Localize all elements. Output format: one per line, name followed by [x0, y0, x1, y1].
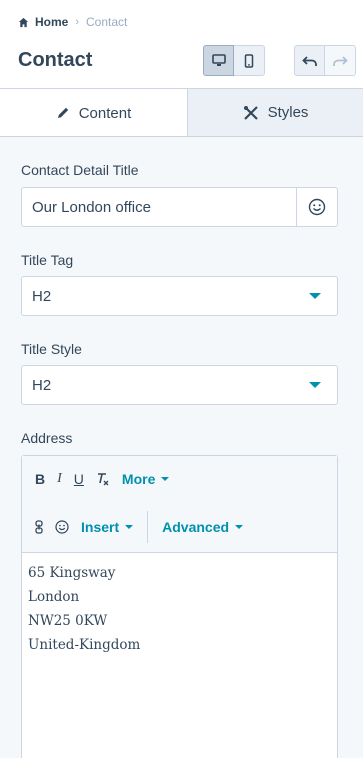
mobile-icon	[244, 53, 254, 68]
more-dropdown[interactable]: More	[121, 471, 170, 487]
contact-title-input[interactable]: Our London office	[21, 187, 338, 227]
caret-down-icon	[235, 525, 244, 529]
breadcrumb-home-link[interactable]: Home	[35, 15, 68, 29]
chevron-down-icon	[309, 382, 321, 388]
clear-format-button[interactable]	[96, 472, 110, 486]
chevron-right-icon: ›	[75, 16, 80, 28]
italic-button[interactable]: I	[57, 471, 62, 487]
address-line: NW25 0KW	[28, 613, 108, 629]
redo-icon	[333, 55, 348, 66]
mobile-preview-button[interactable]	[234, 45, 265, 76]
editor-header: Home › Contact Contact	[0, 0, 363, 88]
editor-tabs: Content Styles	[0, 88, 363, 137]
title-tag-select[interactable]: H2	[21, 276, 338, 316]
undo-button[interactable]	[294, 45, 325, 76]
emoji-picker-button[interactable]	[296, 188, 337, 226]
advanced-label: Advanced	[162, 519, 230, 535]
address-rich-text-editor: B I U More Insert Advanced 65 Kingsway L…	[21, 455, 338, 758]
home-icon	[18, 17, 29, 27]
undo-icon	[301, 55, 317, 66]
breadcrumb: Home › Contact	[18, 15, 127, 29]
chevron-down-icon	[309, 293, 321, 299]
smiley-icon	[55, 520, 69, 534]
page-title: Contact	[18, 49, 93, 71]
tab-content-label: Content	[78, 104, 132, 122]
breadcrumb-current: Contact	[86, 15, 128, 29]
clear-format-icon	[97, 473, 109, 486]
toolbar-divider	[147, 511, 149, 543]
underline-button[interactable]: U	[74, 471, 84, 487]
device-preview-toggle	[203, 45, 265, 76]
redo-button[interactable]	[325, 45, 356, 76]
smiley-icon	[308, 198, 326, 216]
link-icon	[35, 520, 43, 534]
address-line: London	[28, 589, 80, 605]
insert-dropdown[interactable]: Insert	[81, 519, 134, 535]
link-button[interactable]	[35, 520, 43, 534]
title-style-select[interactable]: H2	[21, 365, 338, 405]
styles-brush-icon	[243, 105, 258, 120]
content-panel: Contact Detail Title Our London office T…	[0, 136, 363, 758]
editor-toolbar: B I U More Insert Advanced	[22, 456, 337, 553]
caret-down-icon	[125, 525, 134, 529]
contact-title-value: Our London office	[32, 198, 151, 216]
advanced-dropdown[interactable]: Advanced	[162, 519, 244, 535]
tab-styles-label: Styles	[267, 104, 309, 121]
desktop-icon	[211, 54, 226, 66]
desktop-preview-button[interactable]	[203, 45, 234, 76]
pencil-icon	[57, 107, 68, 118]
caret-down-icon	[161, 477, 170, 481]
history-controls	[294, 45, 356, 76]
more-label: More	[121, 471, 156, 487]
tab-styles[interactable]: Styles	[188, 89, 363, 137]
tab-content[interactable]: Content	[0, 89, 188, 137]
address-line: United-Kingdom	[28, 637, 141, 653]
address-label: Address	[21, 430, 73, 446]
title-style-label: Title Style	[21, 341, 82, 357]
bold-button[interactable]: B	[35, 471, 45, 487]
title-tag-value: H2	[32, 287, 52, 305]
contact-title-label: Contact Detail Title	[21, 162, 139, 178]
insert-label: Insert	[81, 519, 120, 535]
title-style-value: H2	[32, 376, 52, 394]
title-tag-label: Title Tag	[21, 252, 74, 268]
address-text-area[interactable]: 65 Kingsway London NW25 0KW United-Kingd…	[22, 553, 337, 665]
emoji-button[interactable]	[55, 520, 69, 534]
address-line: 65 Kingsway	[28, 565, 116, 581]
